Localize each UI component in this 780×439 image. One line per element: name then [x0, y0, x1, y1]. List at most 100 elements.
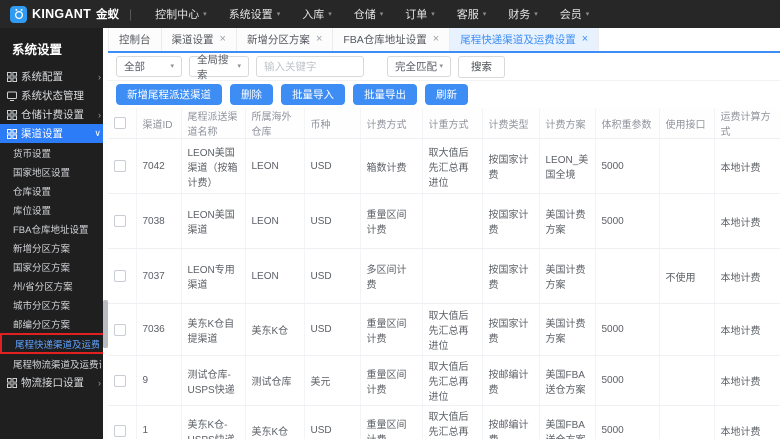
- col-billing-plan: 计费方案: [539, 108, 596, 139]
- kingant-logo-icon: [10, 5, 27, 23]
- col-warehouse: 所属海外仓库: [245, 108, 305, 139]
- top-menu-system-settings[interactable]: 系统设置 ▾: [218, 0, 292, 28]
- col-currency: 币种: [304, 108, 361, 139]
- sidebar-item-lastmile-express-settings[interactable]: 尾程快递渠道及运费设置: [0, 333, 108, 354]
- table-row[interactable]: 9 测试仓库-USPS快递 测试仓库 美元 重量区间计费 取大值后先汇总再进位 …: [108, 355, 780, 406]
- row-checkbox[interactable]: [114, 424, 126, 437]
- col-use-api: 使用接口: [659, 108, 715, 139]
- search-button[interactable]: 搜索: [458, 55, 505, 78]
- tab-fba-address[interactable]: FBA仓库地址设置 ×: [333, 28, 451, 51]
- top-menu-members[interactable]: 会员 ▾: [549, 0, 601, 28]
- sidebar-item-system-config[interactable]: 系统配置 ›: [0, 67, 108, 86]
- chevron-down-icon: ∨: [94, 128, 101, 138]
- top-menu: 控制中心 ▾ 系统设置 ▾ 入库 ▾ 仓储 ▾ 订单 ▾ 客服 ▾ 财务 ▾ 会员 ▾: [144, 0, 600, 28]
- sidebar-item-zip-zone-plan[interactable]: 邮编分区方案: [0, 314, 108, 333]
- col-billing-method: 计费方式: [360, 108, 423, 139]
- table-row[interactable]: 7038 LEON美国渠道 LEON USD 重量区间计费 按国家计费 美国计费…: [108, 193, 780, 249]
- select-all-checkbox[interactable]: [114, 117, 126, 129]
- sidebar-item-lastmile-logistics-settings[interactable]: 尾程物流渠道及运费设置: [0, 354, 108, 373]
- table-row[interactable]: 1 美东K仓-USPS快递 美东K仓 USD 重量区间计费 取大值后先汇总再进位…: [108, 405, 780, 439]
- row-checkbox[interactable]: [114, 374, 126, 387]
- top-menu-orders[interactable]: 订单 ▾: [394, 0, 446, 28]
- sidebar-item-country-zone-plan[interactable]: 国家分区方案: [0, 257, 108, 276]
- col-freight-calc: 运费计算方式: [714, 108, 780, 139]
- sidebar-item-currency[interactable]: 货币设置: [0, 143, 108, 162]
- top-menu-control-center[interactable]: 控制中心 ▾: [144, 0, 218, 28]
- col-weighing-method: 计重方式: [422, 108, 483, 139]
- grid-icon: [7, 377, 17, 388]
- caret-down-icon: ▾: [328, 10, 332, 18]
- table-row[interactable]: 7042 LEON美国渠道（按箱计费） LEON USD 箱数计费 取大值后先汇…: [108, 138, 780, 194]
- caret-down-icon: ▾: [379, 10, 384, 18]
- row-checkbox[interactable]: [114, 270, 126, 282]
- sidebar-item-fba-address[interactable]: FBA仓库地址设置: [0, 219, 108, 238]
- top-menu-inbound[interactable]: 入库 ▾: [291, 0, 343, 28]
- tab-lastmile-express-settings[interactable]: 尾程快递渠道及运费设置 ×: [450, 28, 600, 51]
- table-row[interactable]: 7037 LEON专用渠道 LEON USD 多区间计费 按国家计费 美国计费方…: [108, 248, 780, 304]
- brand-name-cn: 金蚁: [96, 9, 120, 21]
- close-icon[interactable]: ×: [316, 34, 322, 45]
- grid-icon: [7, 109, 17, 120]
- chevron-right-icon: ›: [98, 377, 101, 388]
- sidebar-item-system-status[interactable]: 系统状态管理: [0, 86, 108, 105]
- topbar: KINGANT 金蚁 | 控制中心 ▾ 系统设置 ▾ 入库 ▾ 仓储 ▾ 订单 ▾ 客服 ▾…: [0, 0, 780, 28]
- sidebar-item-new-zone-plan[interactable]: 新增分区方案: [0, 238, 108, 257]
- top-menu-customer-service[interactable]: 客服 ▾: [446, 0, 498, 28]
- sidebar: 系统设置 系统配置 › 系统状态管理 仓储计费设置 › 渠道设置 ∨ 货币设置 …: [0, 28, 108, 439]
- match-mode-select[interactable]: 完全匹配 ▾: [387, 56, 451, 77]
- tab-console[interactable]: 控制台: [108, 28, 162, 51]
- table-row[interactable]: 7036 美东K仓自提渠道 美东K仓 USD 重量区间计费 取大值后先汇总再进位…: [108, 303, 780, 356]
- refresh-button[interactable]: 刷新: [425, 84, 468, 105]
- caret-down-icon: ▾: [482, 10, 487, 18]
- delete-button[interactable]: 删除: [230, 84, 273, 105]
- row-checkbox[interactable]: [114, 323, 126, 336]
- caret-down-icon: ▾: [203, 10, 207, 18]
- sidebar-item-city-zone-plan[interactable]: 城市分区方案: [0, 295, 108, 314]
- caret-down-icon: ▾: [439, 63, 443, 70]
- app-root: KINGANT 金蚁 | 控制中心 ▾ 系统设置 ▾ 入库 ▾ 仓储 ▾ 订单 ▾ 客服 ▾…: [0, 0, 780, 439]
- scope-select[interactable]: 全部 ▾: [116, 56, 182, 77]
- channel-table: 渠道ID 尾程派送渠道名称 所属海外仓库 币种 计费方式 计重方式 计费类型 计…: [108, 108, 780, 439]
- main-content: 控制台 渠道设置 × 新增分区方案 × FBA仓库地址设置 × 尾程快递渠道及运费设置…: [108, 28, 780, 439]
- close-icon[interactable]: ×: [220, 34, 226, 45]
- top-menu-finance[interactable]: 财务 ▾: [497, 0, 549, 28]
- batch-export-button[interactable]: 批量导出: [353, 84, 417, 105]
- tab-bar: 控制台 渠道设置 × 新增分区方案 × FBA仓库地址设置 × 尾程快递渠道及运费设置…: [108, 28, 780, 53]
- search-field-select[interactable]: 全局搜索 ▾: [189, 54, 249, 81]
- chevron-right-icon: ›: [98, 109, 101, 120]
- monitor-icon: [7, 91, 17, 101]
- filter-bar: 全部 ▾ 全局搜索 ▾ 完全匹配 ▾ 搜索: [108, 53, 780, 81]
- keyword-input[interactable]: [256, 56, 364, 77]
- sidebar-item-logistics-api[interactable]: 物流接口设置 ›: [0, 373, 108, 392]
- brand[interactable]: KINGANT 金蚁: [10, 5, 120, 23]
- batch-import-button[interactable]: 批量导入: [281, 84, 345, 105]
- action-bar: 新增尾程派送渠道 删除 批量导入 批量导出 刷新: [108, 81, 780, 108]
- grid-icon: [7, 128, 17, 139]
- caret-down-icon: ▾: [534, 10, 538, 18]
- close-icon[interactable]: ×: [582, 34, 588, 45]
- add-channel-button[interactable]: 新增尾程派送渠道: [116, 84, 222, 105]
- tab-channel-settings[interactable]: 渠道设置 ×: [161, 28, 237, 51]
- topbar-divider: |: [129, 7, 133, 21]
- col-channel-id: 渠道ID: [136, 108, 182, 139]
- sidebar-item-warehouse[interactable]: 仓库设置: [0, 181, 108, 200]
- brand-name: KINGANT: [32, 7, 92, 21]
- sidebar-item-state-zone-plan[interactable]: 州/省分区方案: [0, 276, 108, 295]
- chevron-right-icon: ›: [98, 71, 101, 82]
- row-checkbox[interactable]: [114, 215, 126, 227]
- caret-down-icon: ▾: [585, 10, 590, 18]
- row-checkbox[interactable]: [114, 160, 126, 172]
- sidebar-item-location[interactable]: 库位设置: [0, 200, 108, 219]
- top-menu-warehousing[interactable]: 仓储 ▾: [343, 0, 395, 28]
- caret-down-icon: ▾: [276, 10, 281, 18]
- close-icon[interactable]: ×: [433, 34, 439, 45]
- grid-icon: [7, 71, 17, 82]
- col-volume-weight-param: 体积重参数: [595, 108, 660, 139]
- tab-new-zone-plan[interactable]: 新增分区方案 ×: [236, 28, 334, 51]
- sidebar-title: 系统设置: [12, 43, 63, 57]
- sidebar-item-channel-settings[interactable]: 渠道设置 ∨: [0, 124, 108, 143]
- caret-down-icon: ▾: [170, 63, 174, 70]
- sidebar-item-country-region[interactable]: 国家地区设置: [0, 162, 108, 181]
- sidebar-item-storage-billing[interactable]: 仓储计费设置 ›: [0, 105, 108, 124]
- col-billing-type: 计费类型: [482, 108, 540, 139]
